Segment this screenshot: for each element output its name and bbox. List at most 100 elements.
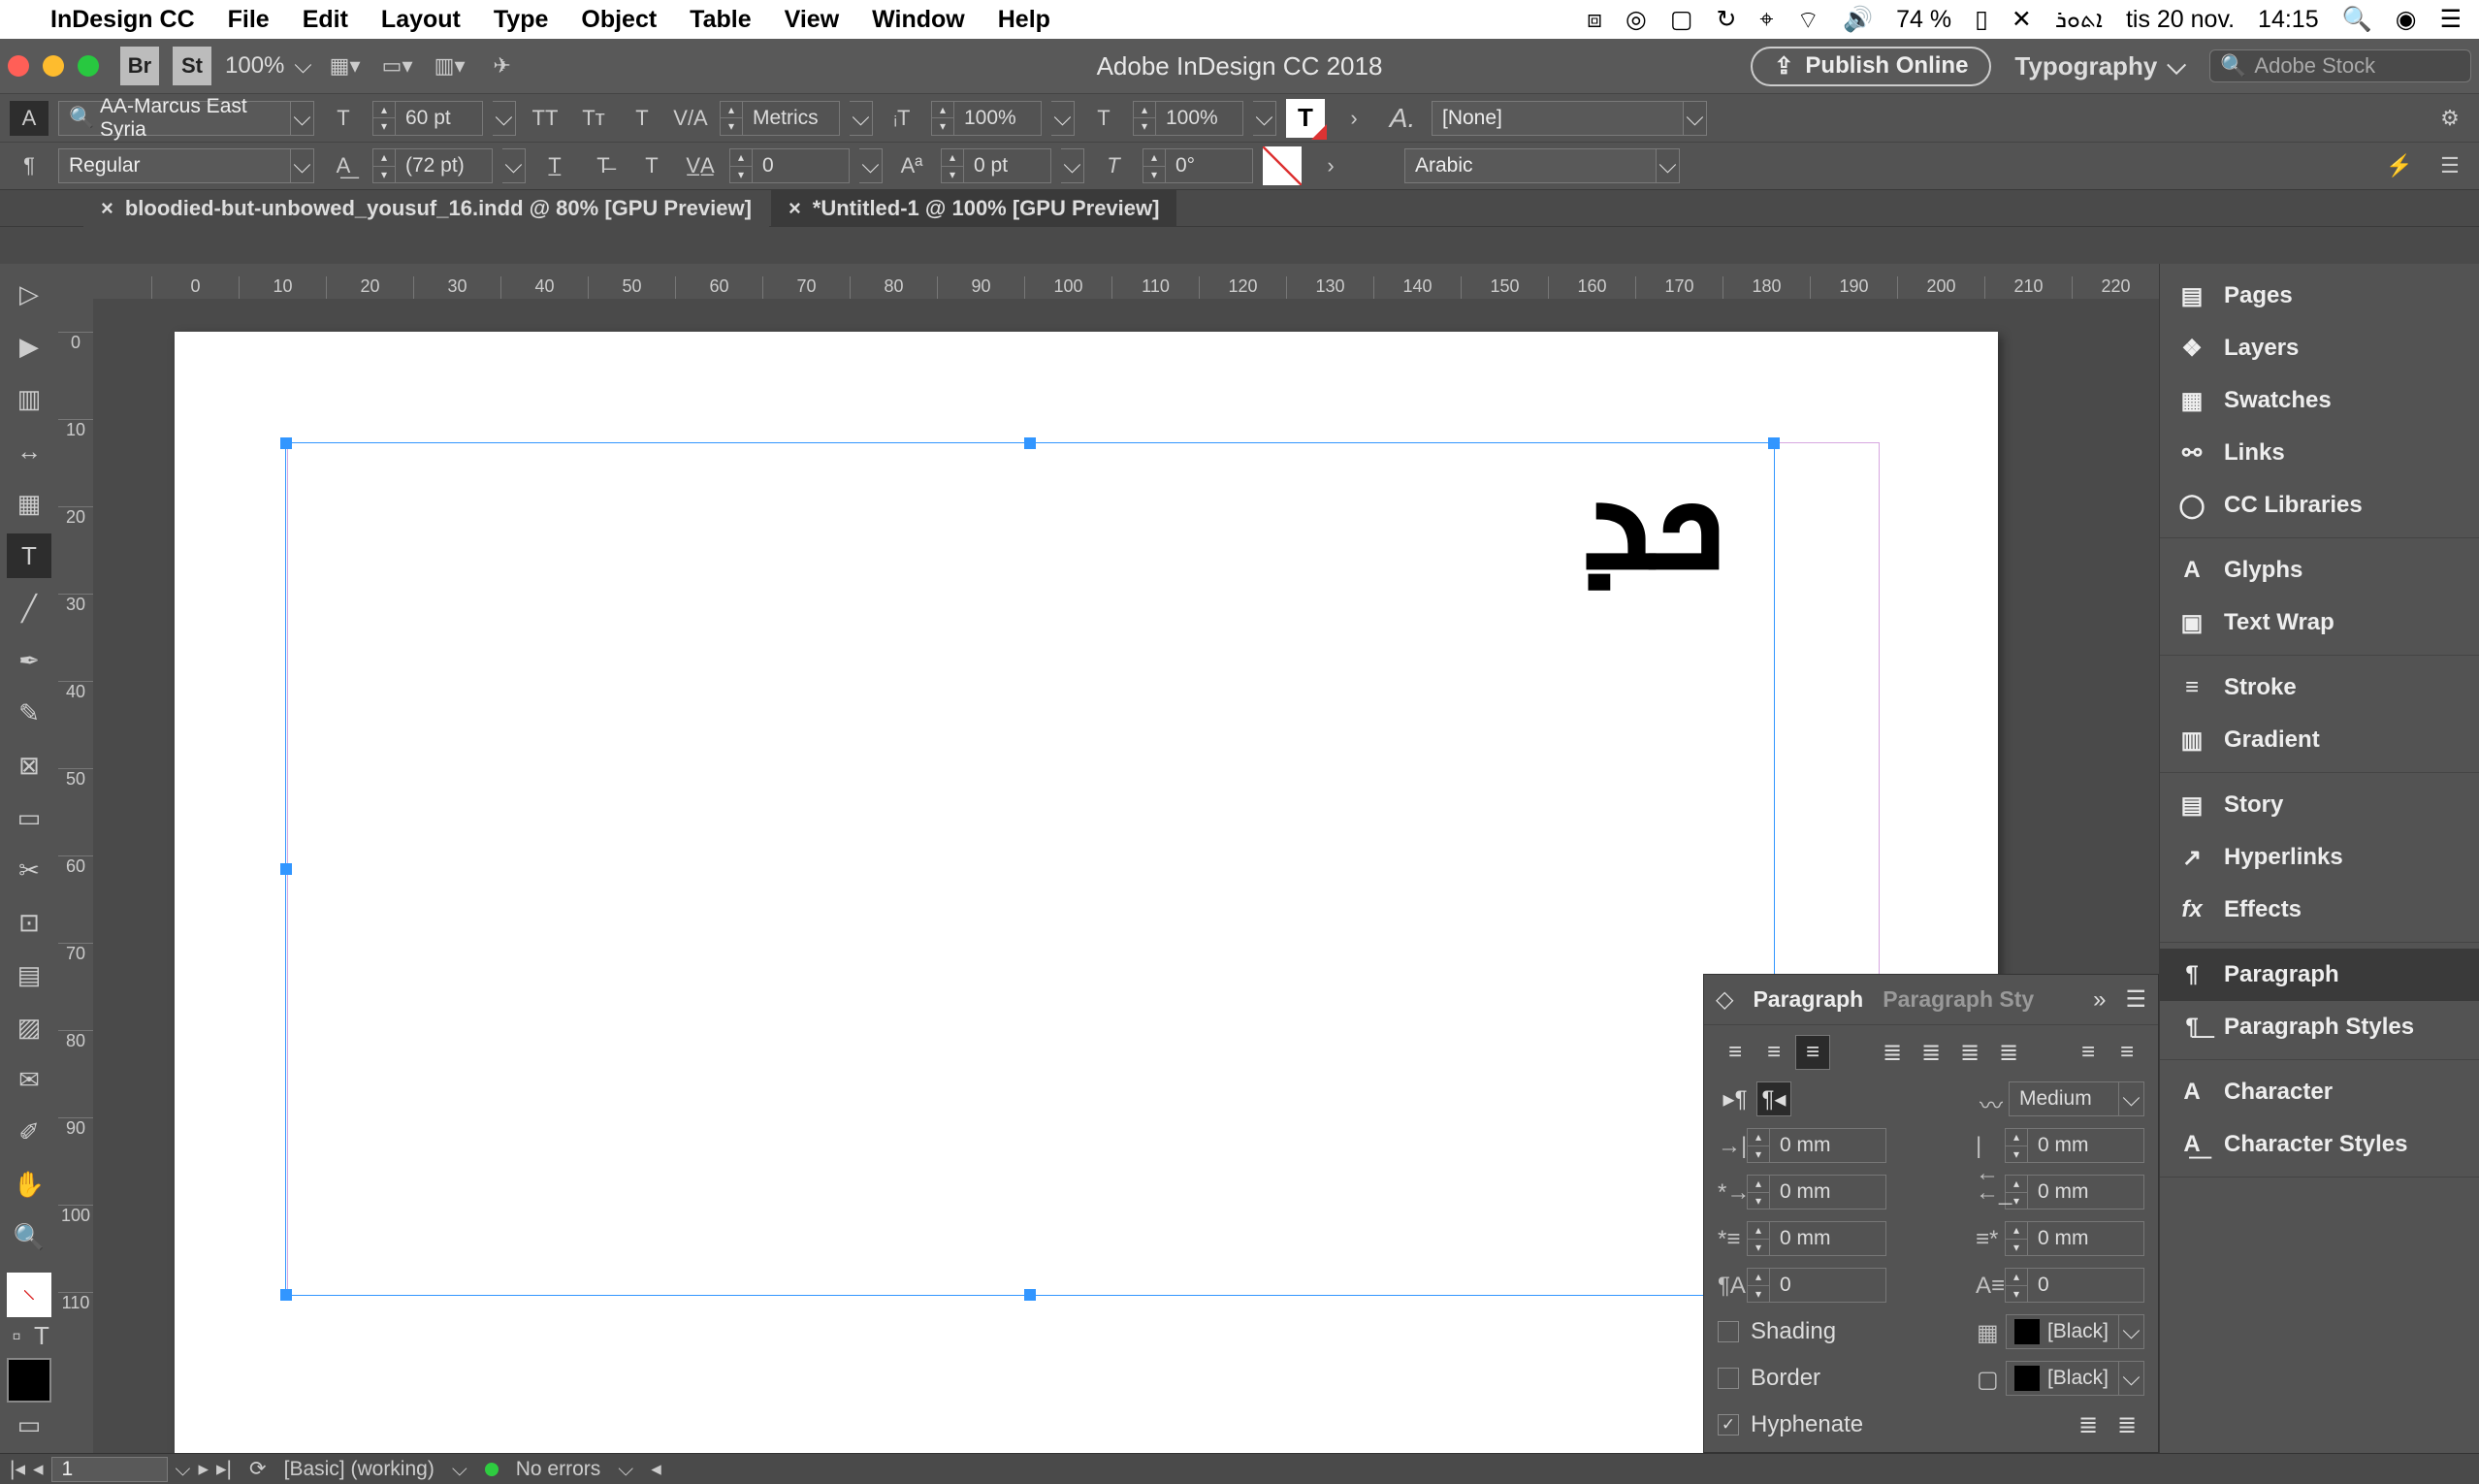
font-size-stepper[interactable]: ▴▾ [372,101,396,136]
zoom-tool[interactable]: 🔍 [7,1214,51,1259]
gpu-preview-button[interactable]: ✈ [483,48,522,83]
next-page-button[interactable]: ▸ [198,1457,209,1481]
menu-edit[interactable]: Edit [303,6,348,34]
apply-color-button[interactable] [7,1358,51,1403]
frame-handle[interactable] [1024,1289,1036,1301]
page-dropdown[interactable]: ⌵ [176,1458,191,1481]
menu-window[interactable]: Window [872,6,965,34]
superscript-button[interactable]: T [623,101,661,136]
stock-search[interactable]: 🔍 Adobe Stock [2209,49,2471,82]
stroke-swatch[interactable] [1263,146,1302,185]
font-family-field[interactable]: 🔍 AA-Marcus East Syria [58,101,291,136]
close-tab-icon[interactable]: × [101,196,113,221]
direct-selection-tool[interactable]: ▶ [7,324,51,369]
kerning-stepper[interactable]: ▴▾ [720,101,743,136]
menubar-date[interactable]: tis 20 nov. [2126,6,2235,34]
scissors-tool[interactable]: ✂ [7,848,51,892]
pen-tool[interactable]: ✒ [7,638,51,683]
panel-effects[interactable]: fxEffects [2160,884,2479,936]
arrange-button[interactable]: ▥▾ [431,48,469,83]
free-transform-tool[interactable]: ⊡ [7,900,51,945]
font-size-field[interactable]: 60 pt [396,101,483,136]
baseline-grid-off-button[interactable]: ≣ [2071,1407,2106,1442]
baseline-dropdown[interactable]: ⌵ [1061,148,1084,183]
panel-swatches[interactable]: ▦Swatches [2160,374,2479,427]
panel-links[interactable]: ⚯Links [2160,427,2479,479]
type-tool[interactable]: T [7,533,51,578]
status-menu-button[interactable]: ◂ [651,1457,661,1481]
paragraph-format-mode[interactable]: ¶ [10,148,48,183]
next-style-button[interactable]: › [1335,101,1373,136]
paragraph-panel[interactable]: ◇ Paragraph Paragraph Sty » ☰ ≡ ≡ ≡ ≣ ≣ … [1703,974,2159,1453]
paragraph-tab[interactable]: Paragraph [1753,986,1863,1013]
menu-layout[interactable]: Layout [381,6,461,34]
align-toward-spine-button[interactable]: ≡ [2071,1035,2106,1070]
cc-status-icon[interactable]: ◎ [1626,5,1647,34]
collapse-panel-icon[interactable]: » [2093,986,2106,1014]
zoom-dropdown-icon[interactable]: ⌵ [294,52,311,80]
baseline-grid-on-button[interactable]: ≣ [2109,1407,2144,1442]
panel-story[interactable]: ▤Story [2160,779,2479,831]
vscale-dropdown[interactable]: ⌵ [1051,101,1075,136]
tracking-field[interactable]: 0 [753,148,850,183]
align-left-button[interactable]: ≡ [1718,1035,1753,1070]
next-style-button-2[interactable]: › [1311,148,1350,183]
gradient-feather-tool[interactable]: ▨ [7,1005,51,1049]
close-tab-icon[interactable]: × [789,196,801,221]
border-swatch[interactable] [2014,1366,2040,1391]
shading-checkbox[interactable] [1718,1321,1739,1342]
content-collector-tool[interactable]: ▦ [7,481,51,526]
space-before-stepper[interactable]: ▴▾ [1747,1221,1770,1256]
frame-handle[interactable] [280,437,292,449]
wifi-icon[interactable]: ⌔ [1797,5,1820,35]
font-style-dropdown[interactable]: ⌵ [291,148,314,183]
align-right-button[interactable]: ≡ [1795,1035,1830,1070]
eyedropper-tool[interactable]: ✐ [7,1110,51,1154]
page-number-field[interactable]: 1 [51,1457,168,1482]
panel-character-styles[interactable]: A͟Character Styles [2160,1118,2479,1171]
frame-handle[interactable] [1768,437,1780,449]
prev-page-button[interactable]: ◂ [33,1457,44,1481]
preflight-profile[interactable]: [Basic] (working) [284,1458,435,1481]
dropcap-chars-field[interactable]: 0 [2028,1268,2144,1303]
gradient-swatch-tool[interactable]: ▤ [7,952,51,997]
kerning-field[interactable]: Metrics [743,101,840,136]
document-tab-2[interactable]: × *Untitled-1 @ 100% [GPU Preview] [771,190,1177,227]
panel-gradient[interactable]: ▥Gradient [2160,714,2479,766]
align-away-spine-button[interactable]: ≡ [2109,1035,2144,1070]
last-page-button[interactable]: ▸| [216,1457,232,1481]
default-fill-stroke[interactable]: ▫ [6,1325,27,1346]
siri-icon[interactable]: ◉ [2396,5,2417,34]
leading-dropdown[interactable]: ⌵ [502,148,526,183]
menu-type[interactable]: Type [494,6,549,34]
panel-character[interactable]: ACharacter [2160,1066,2479,1118]
app-name[interactable]: InDesign CC [50,6,195,34]
border-checkbox[interactable] [1718,1368,1739,1389]
gap-tool[interactable]: ↔ [7,429,51,473]
right-indent-stepper[interactable]: ▴▾ [2005,1128,2028,1163]
fill-stroke-swatch[interactable]: T [1286,99,1325,138]
dropcap-chars-stepper[interactable]: ▴▾ [2005,1268,2028,1303]
frame-handle[interactable] [1024,437,1036,449]
frame-handle[interactable] [280,863,292,875]
space-after-stepper[interactable]: ▴▾ [2005,1221,2028,1256]
panel-paragraph-styles[interactable]: ¶͟Paragraph Styles [2160,1001,2479,1053]
character-style-field[interactable]: [None] [1432,101,1684,136]
right-indent-field[interactable]: 0 mm [2028,1128,2144,1163]
menu-table[interactable]: Table [690,6,751,34]
strikethrough-button[interactable]: T̶ [584,148,623,183]
align-center-button[interactable]: ≡ [1756,1035,1791,1070]
panel-menu-button[interactable]: ☰ [2431,148,2469,183]
vertical-ruler[interactable]: 0 10 20 30 40 50 60 70 80 90 100 110 [58,264,93,1453]
underline-button[interactable]: T̲ [535,148,574,183]
paragraph-panel-grip-icon[interactable]: ◇ [1716,985,1733,1014]
tracking-dropdown[interactable]: ⌵ [859,148,883,183]
character-style-dropdown[interactable]: ⌵ [1684,101,1707,136]
view-options-button[interactable]: ▦▾ [326,48,365,83]
panel-stroke[interactable]: ≡Stroke [2160,661,2479,714]
selection-tool[interactable]: ▷ [7,272,51,316]
frame-handle[interactable] [280,1289,292,1301]
text-content[interactable]: ܟܕ [1581,436,1725,605]
minimize-window-button[interactable] [43,55,64,77]
menu-file[interactable]: File [228,6,270,34]
